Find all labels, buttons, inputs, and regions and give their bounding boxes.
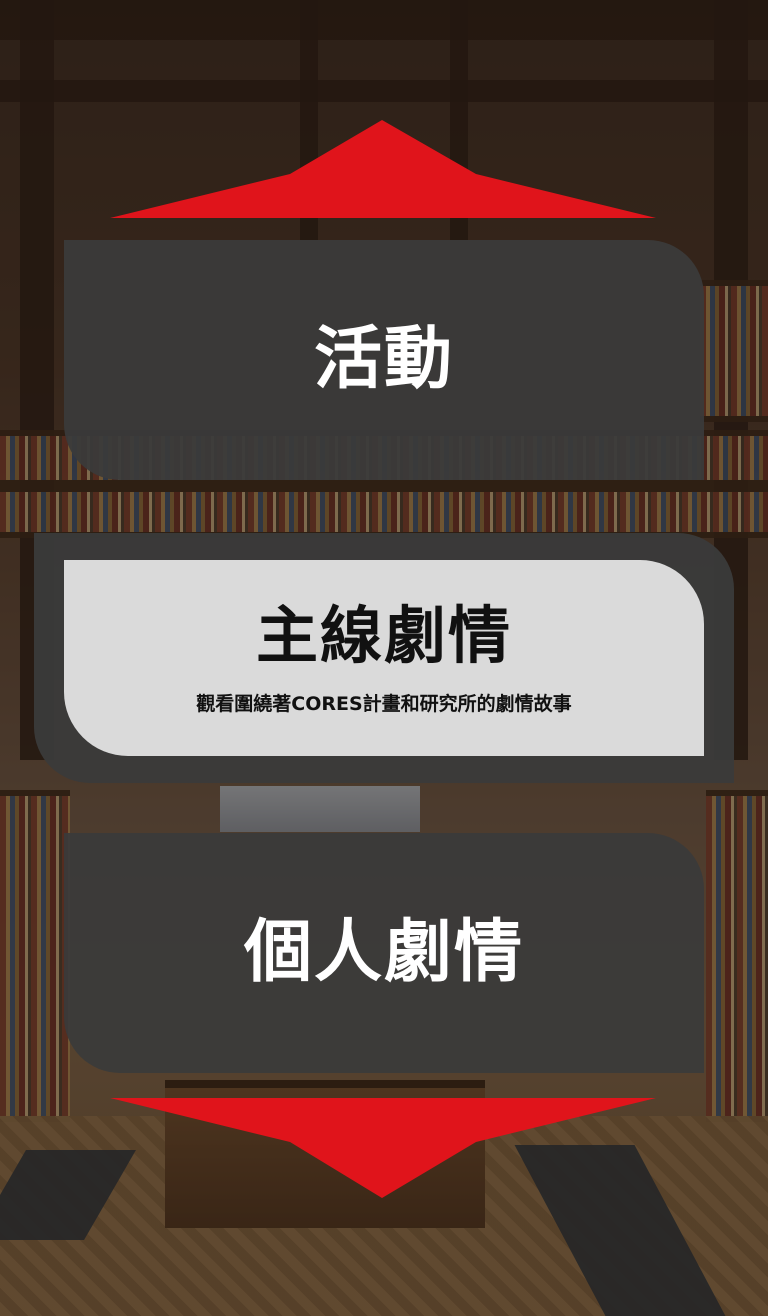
- triangle-down-arrow-icon: [110, 1098, 656, 1198]
- menu-item-subtitle: 觀看圍繞著CORES計畫和研究所的劇情故事: [196, 692, 572, 715]
- scroll-up-arrow[interactable]: [110, 118, 656, 220]
- menu-item-title: 活動: [313, 320, 454, 399]
- scroll-down-arrow[interactable]: [110, 1096, 656, 1200]
- menu-item-personal-story[interactable]: 個人劇情: [64, 833, 704, 1073]
- menu-item-title: 個人劇情: [243, 913, 524, 992]
- menu-screen: 活動 主線劇情 觀看圍繞著CORES計畫和研究所的劇情故事 個人劇情: [0, 0, 768, 1316]
- triangle-up-arrow-icon: [110, 120, 656, 218]
- menu-item-title: 主線劇情: [255, 598, 512, 672]
- menu-item-main-story[interactable]: 主線劇情 觀看圍繞著CORES計畫和研究所的劇情故事: [64, 560, 704, 756]
- menu-item-events[interactable]: 活動: [64, 240, 704, 480]
